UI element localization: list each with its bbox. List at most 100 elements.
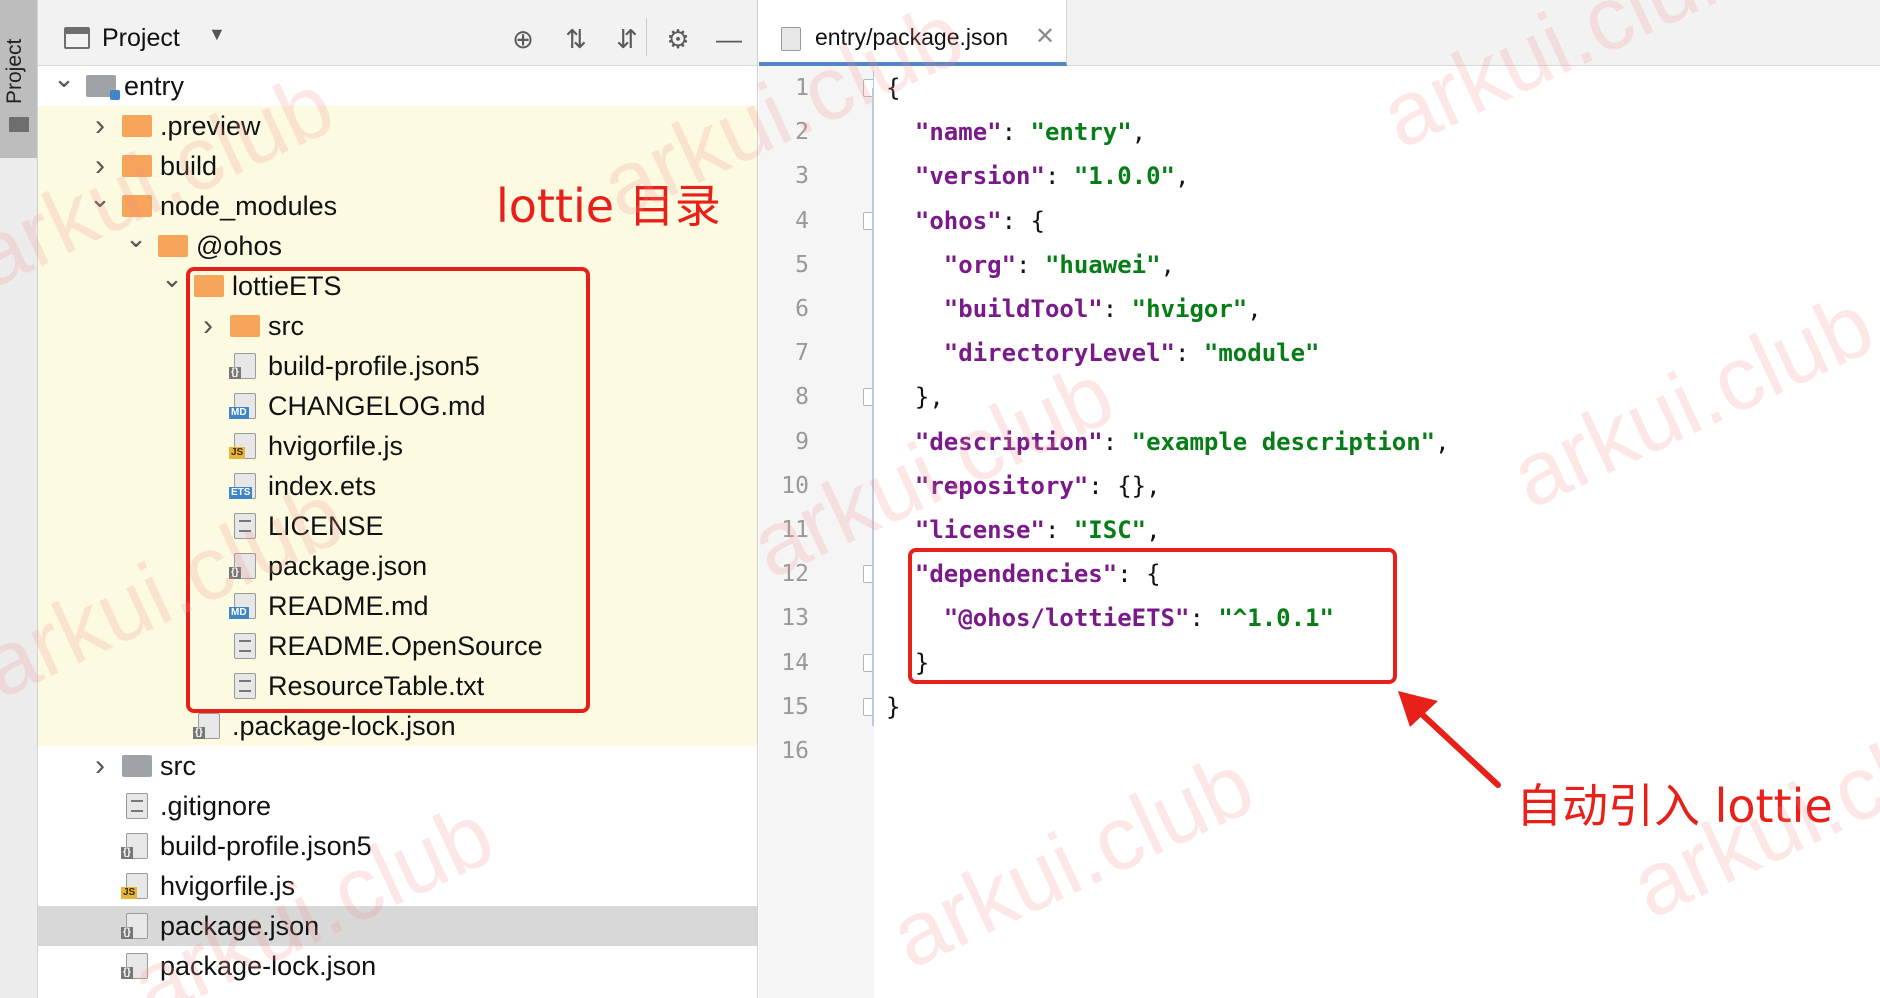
lottie-directory-annotation: lottie 目录 xyxy=(496,179,721,233)
code-line: "license": "ISC", xyxy=(886,508,1161,552)
tool-window-stripe: Project xyxy=(0,0,38,998)
tree-item[interactable]: .gitignore xyxy=(38,786,757,826)
code-line: "description": "example description", xyxy=(886,420,1450,464)
locate-icon[interactable]: ⊕ xyxy=(506,22,540,56)
json-punctuation: : xyxy=(1102,427,1132,456)
folder-icon xyxy=(122,195,152,217)
json-punctuation: , xyxy=(1247,295,1262,323)
chevron-right-icon[interactable]: › xyxy=(88,746,112,786)
line-number: 2 xyxy=(795,119,809,146)
js-file-icon: JS xyxy=(121,873,148,899)
json-punctuation xyxy=(886,118,915,146)
code-line: "ohos": { xyxy=(886,199,1045,243)
json-punctuation xyxy=(886,472,915,500)
chevron-down-icon[interactable]: ▼ xyxy=(208,24,226,45)
line-number: 15 xyxy=(781,693,809,720)
json-punctuation xyxy=(886,516,915,544)
json-key: "version" xyxy=(914,162,1045,191)
editor-tab-bar: entry/package.json ✕ xyxy=(759,0,1880,66)
gear-icon[interactable]: ⚙ xyxy=(661,22,695,56)
json-punctuation xyxy=(886,251,944,279)
json-key: "license" xyxy=(914,516,1045,544)
tree-item-label: src xyxy=(160,751,196,781)
json-string: "example description" xyxy=(1131,427,1436,456)
json-punctuation: : {}, xyxy=(1088,471,1161,500)
close-icon[interactable]: ✕ xyxy=(1035,22,1055,51)
json-string: "module" xyxy=(1203,339,1320,368)
dependencies-highlight-box xyxy=(908,548,1397,684)
tree-item[interactable]: {} package-lock.json xyxy=(38,946,757,986)
tree-item-label: entry xyxy=(124,71,185,101)
chevron-down-icon[interactable]: ⌄ xyxy=(88,178,112,218)
json-file-icon: {} xyxy=(121,913,148,939)
tree-item[interactable]: › .preview xyxy=(38,106,757,146)
json-punctuation: : xyxy=(1044,162,1074,191)
code-line: { xyxy=(886,66,900,110)
editor-area: entry/package.json ✕ 1 2 3 4 5 6 7 8 9 10 11 12 13 14… xyxy=(759,0,1880,998)
expand-all-icon[interactable]: ⇅ xyxy=(559,22,593,56)
json-string: "hvigor" xyxy=(1131,295,1248,323)
folder-icon xyxy=(9,117,29,132)
json-punctuation: , xyxy=(1131,118,1147,147)
tree-item-label: @ohos xyxy=(196,231,282,261)
tree-item[interactable]: {} package.json xyxy=(38,906,757,946)
tree-item[interactable]: {} build-profile.json5 xyxy=(38,826,757,866)
line-number: 14 xyxy=(781,649,809,676)
json-punctuation xyxy=(886,295,944,323)
code-line: "buildTool": "hvigor", xyxy=(886,287,1262,331)
toolbar-divider xyxy=(646,18,647,56)
json-punctuation: , xyxy=(1175,162,1190,191)
json-punctuation: { xyxy=(886,74,901,102)
hide-panel-icon[interactable]: — xyxy=(712,22,746,56)
json-key: "directoryLevel" xyxy=(943,339,1175,368)
line-number-gutter: 1 2 3 4 5 6 7 8 9 10 11 12 13 14 15 16 xyxy=(759,66,879,998)
line-number: 11 xyxy=(781,517,809,543)
json-file-icon: {} xyxy=(193,713,220,739)
collapse-all-icon[interactable]: ⇵ xyxy=(610,22,644,56)
chevron-down-icon[interactable]: ⌄ xyxy=(160,258,184,298)
module-folder-icon xyxy=(86,75,120,100)
json-punctuation: , xyxy=(1160,250,1175,279)
json-file-icon: {} xyxy=(121,953,148,979)
tree-item-label: build xyxy=(160,151,218,181)
ignore-file-icon xyxy=(126,793,148,819)
project-panel-title[interactable]: Project xyxy=(102,24,180,53)
json-punctuation xyxy=(886,339,944,367)
json-punctuation: , xyxy=(1146,516,1161,544)
line-number: 5 xyxy=(795,251,809,278)
json-punctuation: : xyxy=(1174,339,1204,368)
project-stripe-label: Project xyxy=(3,38,26,104)
tree-item-label: node_modules xyxy=(160,191,338,221)
json-key: "buildTool" xyxy=(943,295,1103,323)
tab-package-json[interactable]: entry/package.json ✕ xyxy=(759,0,1067,66)
json-string: "huawei" xyxy=(1044,250,1161,279)
json-key: "name" xyxy=(914,118,1002,147)
chevron-right-icon[interactable]: › xyxy=(88,106,112,146)
chevron-down-icon[interactable]: ⌄ xyxy=(52,58,76,98)
code-line: } xyxy=(886,685,900,729)
tree-item[interactable]: ⌄ entry xyxy=(38,63,757,106)
line-number: 3 xyxy=(795,163,809,190)
code-editor[interactable]: { "name": "entry", "version": "1.0.0", "… xyxy=(874,66,1880,998)
lottie-directory-highlight-box xyxy=(186,267,590,713)
json-file-icon xyxy=(781,27,801,51)
json-punctuation: , xyxy=(1435,427,1450,456)
line-number: 7 xyxy=(795,340,809,367)
json-punctuation: : xyxy=(1102,295,1132,323)
line-number: 16 xyxy=(781,738,809,764)
tree-item-label: .preview xyxy=(160,111,261,141)
json-file-icon: {} xyxy=(121,833,148,859)
arrow-icon xyxy=(1398,691,1501,788)
folder-icon xyxy=(158,235,188,257)
folder-icon xyxy=(122,115,152,137)
project-tool-window-tab[interactable]: Project xyxy=(0,0,37,158)
tree-item[interactable]: JS hvigorfile.js xyxy=(38,866,757,906)
line-number: 12 xyxy=(781,561,809,588)
code-line: }, xyxy=(886,375,944,419)
json-string: "entry" xyxy=(1030,118,1132,147)
json-punctuation: } xyxy=(886,692,901,721)
folder-icon xyxy=(122,755,152,777)
chevron-down-icon[interactable]: ⌄ xyxy=(124,218,148,258)
tree-item[interactable]: › src xyxy=(38,746,757,786)
line-number: 10 xyxy=(781,472,809,499)
